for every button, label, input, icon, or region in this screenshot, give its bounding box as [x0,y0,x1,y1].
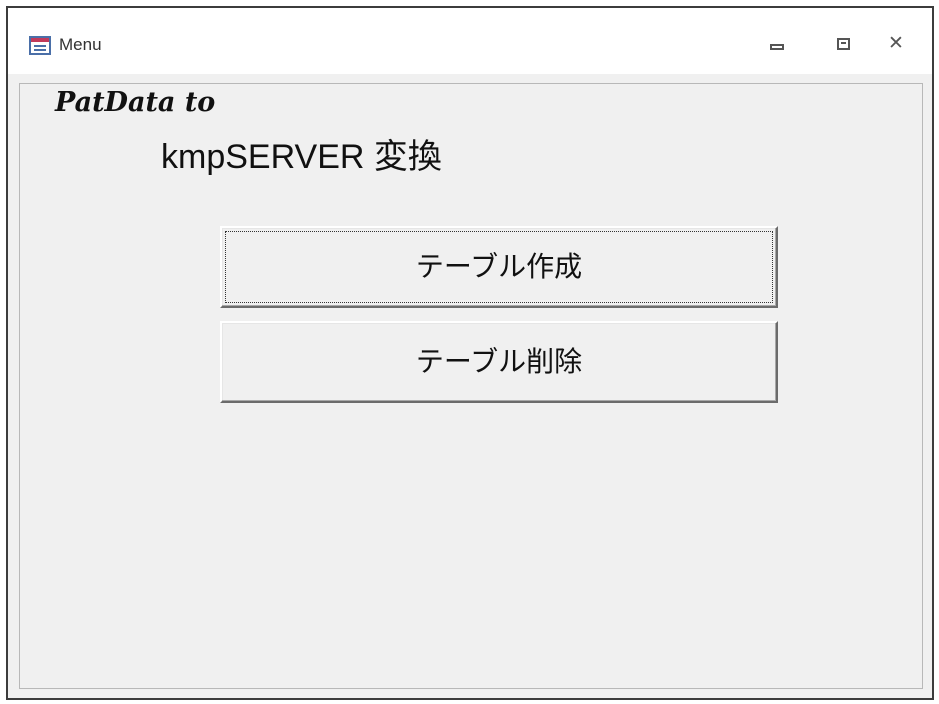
maximize-button[interactable] [826,32,862,58]
form-icon [29,36,51,55]
heading-line-2: kmpSERVER 変換 [161,138,442,176]
delete-table-button[interactable]: テーブル削除 [220,321,778,403]
close-button[interactable]: ✕ [884,32,920,58]
minimize-button[interactable] [760,32,796,58]
maximize-icon [837,38,850,50]
heading-line-1: PatData to [55,87,216,118]
create-table-button[interactable]: テーブル作成 [220,226,778,308]
window-title: Menu [59,35,102,54]
form-body: PatData to kmpSERVER 変換 テーブル作成 テーブル削除 [8,74,932,698]
menu-window: Menu ✕ PatData to kmpSERVER 変換 テーブル作成 テー… [6,6,934,700]
minimize-icon [770,44,784,50]
close-icon: ✕ [888,33,904,54]
title-bar[interactable]: Menu ✕ [8,8,932,74]
